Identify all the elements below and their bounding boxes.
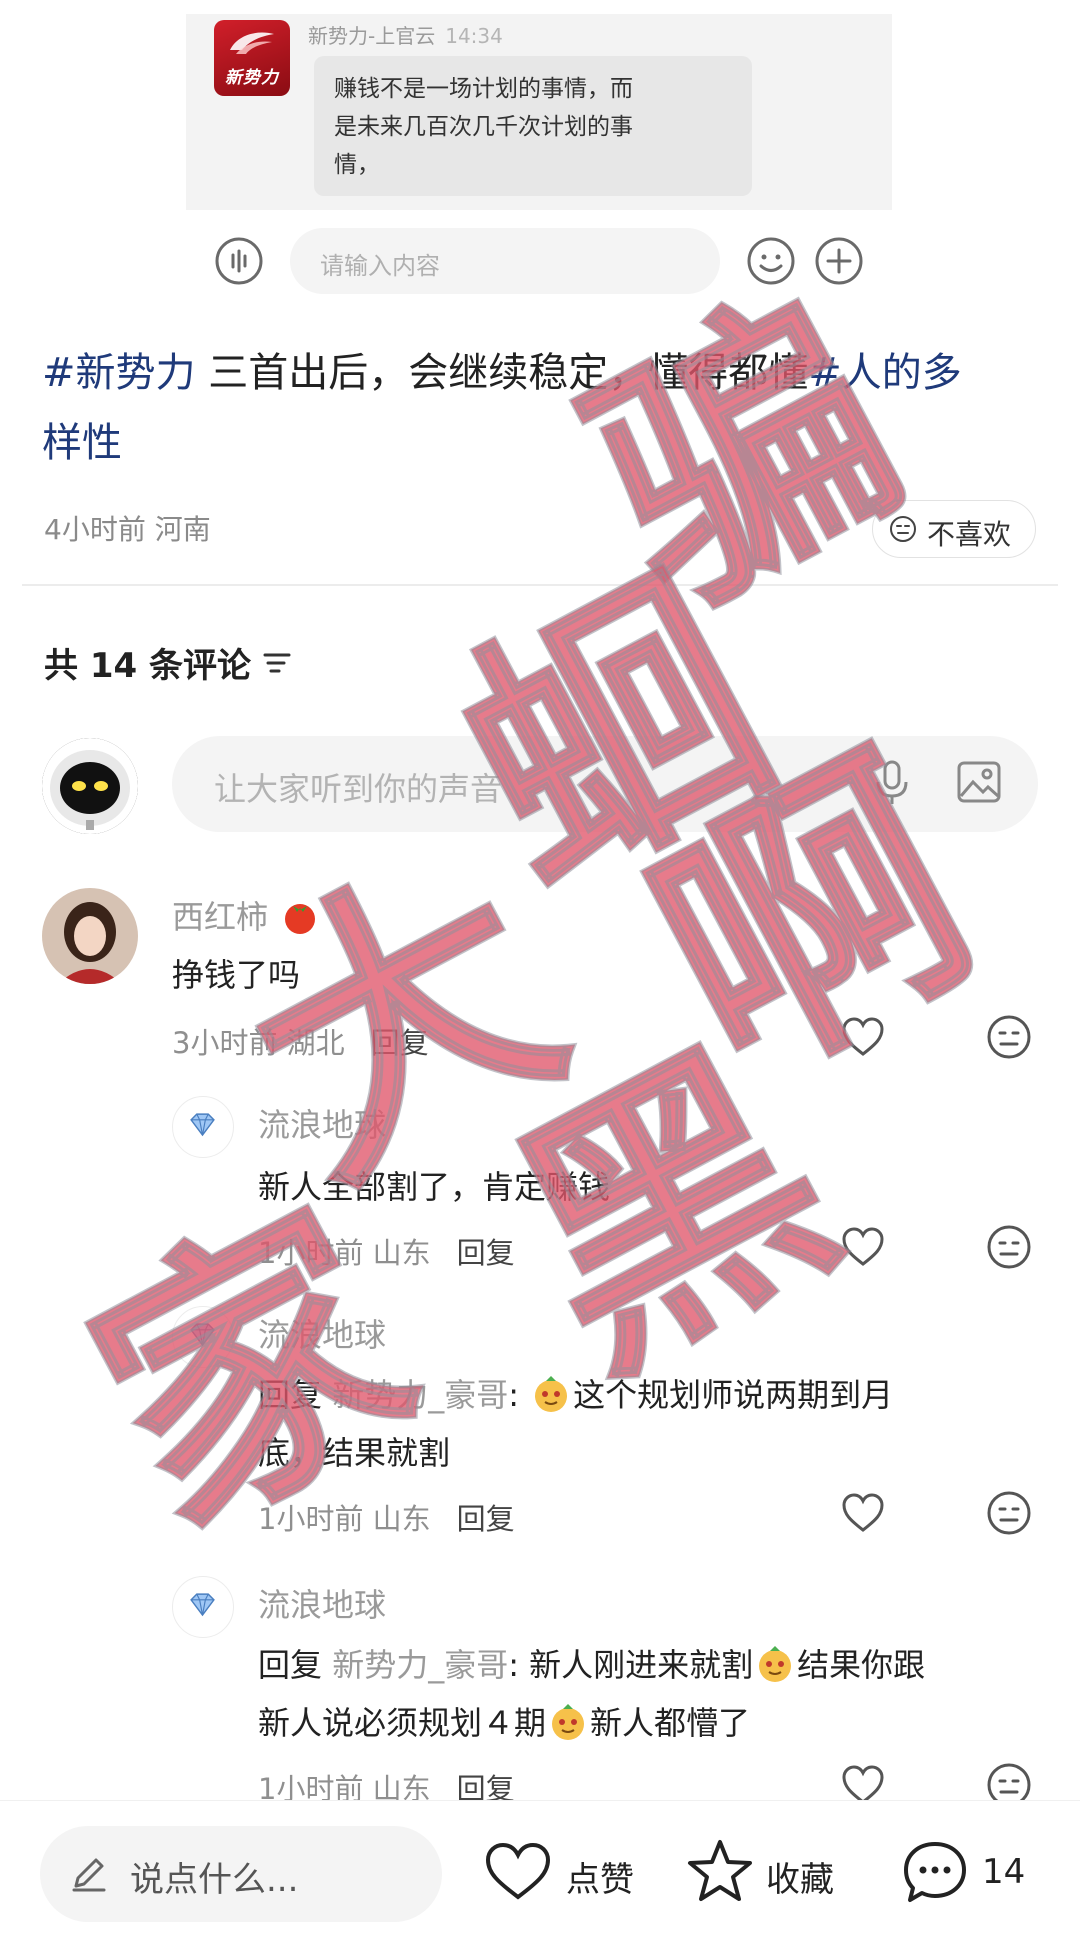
comment-count[interactable]: 14 xyxy=(982,1852,1025,1892)
comment-author[interactable]: 流浪地球 xyxy=(258,1100,386,1146)
comment-time-location: 1小时前 山东 xyxy=(258,1502,431,1536)
like-label[interactable]: 点赞 xyxy=(566,1852,634,1901)
comment-author-name: 西红柿 xyxy=(172,898,269,936)
like-heart-icon[interactable] xyxy=(484,1842,552,1902)
comment-meta: 1小时前 山东 回复 xyxy=(258,1496,515,1538)
heart-icon[interactable] xyxy=(840,1492,886,1534)
post-text: #新势力 三首出后，会继续稳定，懂得都懂#人的多 样性 xyxy=(42,338,1032,478)
comment-time-location: 3小时前 湖北 xyxy=(172,1026,345,1060)
brand-wing-icon xyxy=(230,32,274,54)
comment-input-placeholder: 让大家听到你的声音 xyxy=(214,770,503,808)
collect-label[interactable]: 收藏 xyxy=(766,1852,834,1901)
hashtag-link-continued[interactable]: 样性 xyxy=(42,420,122,466)
plus-icon[interactable] xyxy=(814,236,864,286)
reply-avatar[interactable] xyxy=(172,1576,234,1638)
comment-author[interactable]: 流浪地球 xyxy=(258,1580,386,1626)
sort-icon[interactable] xyxy=(262,650,292,676)
chat-avatar-text: 新势力 xyxy=(225,68,279,88)
bottom-input-placeholder: 说点什么... xyxy=(130,1860,299,1900)
reply-button[interactable]: 回复 xyxy=(371,1026,429,1060)
comment-text: 新人全部割了，肯定赚钱 xyxy=(258,1168,611,1206)
post-body: 三首出后，会继续稳定，懂得都懂 xyxy=(195,350,809,396)
chat-input-placeholder: 请输入内容 xyxy=(320,252,440,280)
smile-face-emoji-icon xyxy=(535,1376,568,1412)
comment-author[interactable]: 西红柿 xyxy=(172,892,322,938)
comment-text-part: 新人说必须规划４期 xyxy=(258,1704,547,1742)
chat-input[interactable]: 请输入内容 xyxy=(290,228,720,294)
chat-sender-name: 新势力-上官云 xyxy=(308,24,436,48)
comment-text-part: 新人刚进来就割 xyxy=(529,1646,754,1684)
diamond-icon xyxy=(190,1323,215,1347)
comment-time-location: 1小时前 山东 xyxy=(258,1236,431,1270)
diamond-icon xyxy=(190,1593,215,1617)
comment-bubble-icon[interactable] xyxy=(902,1840,968,1906)
chat-message-line: 情， xyxy=(334,152,380,178)
pencil-icon xyxy=(72,1858,106,1892)
reply-prefix: 回复 xyxy=(258,1646,323,1684)
image-icon[interactable] xyxy=(956,760,1002,804)
neutral-face-icon xyxy=(890,516,916,542)
comment-meta: 1小时前 山东 回复 xyxy=(258,1230,515,1272)
post-meta: 4小时前 河南 xyxy=(44,513,211,546)
star-icon[interactable] xyxy=(686,1838,754,1904)
mention-link[interactable]: 新势力_豪哥 xyxy=(332,1376,508,1414)
hashtag-link[interactable]: #人的多 xyxy=(808,350,962,396)
dislike-face-icon[interactable] xyxy=(986,1490,1032,1536)
reply-avatar[interactable] xyxy=(172,1096,234,1158)
mention-link[interactable]: 新势力_豪哥 xyxy=(332,1646,508,1684)
comment-text-part: 结果你跟 xyxy=(797,1646,926,1684)
dislike-face-icon[interactable] xyxy=(986,1014,1032,1060)
smile-face-emoji-icon xyxy=(759,1646,792,1682)
reply-button[interactable]: 回复 xyxy=(457,1502,515,1536)
comment-meta: 3小时前 湖北 回复 xyxy=(172,1020,429,1062)
heart-icon[interactable] xyxy=(840,1016,886,1058)
reply-prefix: 回复 xyxy=(258,1376,323,1414)
comment-author[interactable]: 流浪地球 xyxy=(258,1310,386,1356)
heart-icon[interactable] xyxy=(840,1226,886,1268)
smile-face-emoji-icon xyxy=(552,1704,585,1740)
divider xyxy=(22,584,1058,586)
reply-button[interactable]: 回复 xyxy=(457,1236,515,1270)
comment-text: 回复 新势力_豪哥: 这个规划师说两期到月 底，结果就割 xyxy=(258,1376,894,1472)
voice-icon[interactable] xyxy=(214,236,264,286)
chat-bubble: 赚钱不是一场计划的事情，而 是未来几百次几千次计划的事 情， xyxy=(314,56,752,196)
comment-text: 挣钱了吗 xyxy=(172,956,301,994)
emoji-icon[interactable] xyxy=(746,236,796,286)
bottom-comment-input[interactable]: 说点什么... xyxy=(40,1826,442,1922)
comments-count-title: 共 14 条评论 xyxy=(44,646,251,686)
reply-avatar[interactable] xyxy=(172,1306,234,1368)
dislike-button[interactable]: 不喜欢 xyxy=(872,500,1036,558)
dislike-label: 不喜欢 xyxy=(927,518,1012,551)
dislike-face-icon[interactable] xyxy=(986,1224,1032,1270)
mic-icon[interactable] xyxy=(874,760,910,806)
comment-text-part: 底，结果就割 xyxy=(258,1434,451,1472)
hashtag-link[interactable]: #新势力 xyxy=(42,350,196,396)
chat-message-line: 赚钱不是一场计划的事情，而 xyxy=(334,76,633,102)
robot-avatar-icon xyxy=(42,738,138,834)
comment-text-part: 新人都懵了 xyxy=(590,1704,751,1742)
my-avatar xyxy=(42,738,138,834)
chat-time: 14:34 xyxy=(445,24,503,48)
tomato-icon xyxy=(285,904,316,934)
diamond-icon xyxy=(190,1113,215,1137)
comment-avatar[interactable] xyxy=(42,888,138,984)
chat-sender: 新势力-上官云 14:34 xyxy=(308,20,503,49)
comment-text-part: 这个规划师说两期到月 xyxy=(573,1376,894,1414)
chat-avatar: 新势力 xyxy=(214,20,290,96)
comment-text: 回复 新势力_豪哥: 新人刚进来就割 结果你跟 新人说必须规划４期 新人都懵了 xyxy=(258,1646,926,1742)
chat-message-line: 是未来几百次几千次计划的事 xyxy=(334,114,633,140)
user-avatar-icon xyxy=(42,888,138,984)
